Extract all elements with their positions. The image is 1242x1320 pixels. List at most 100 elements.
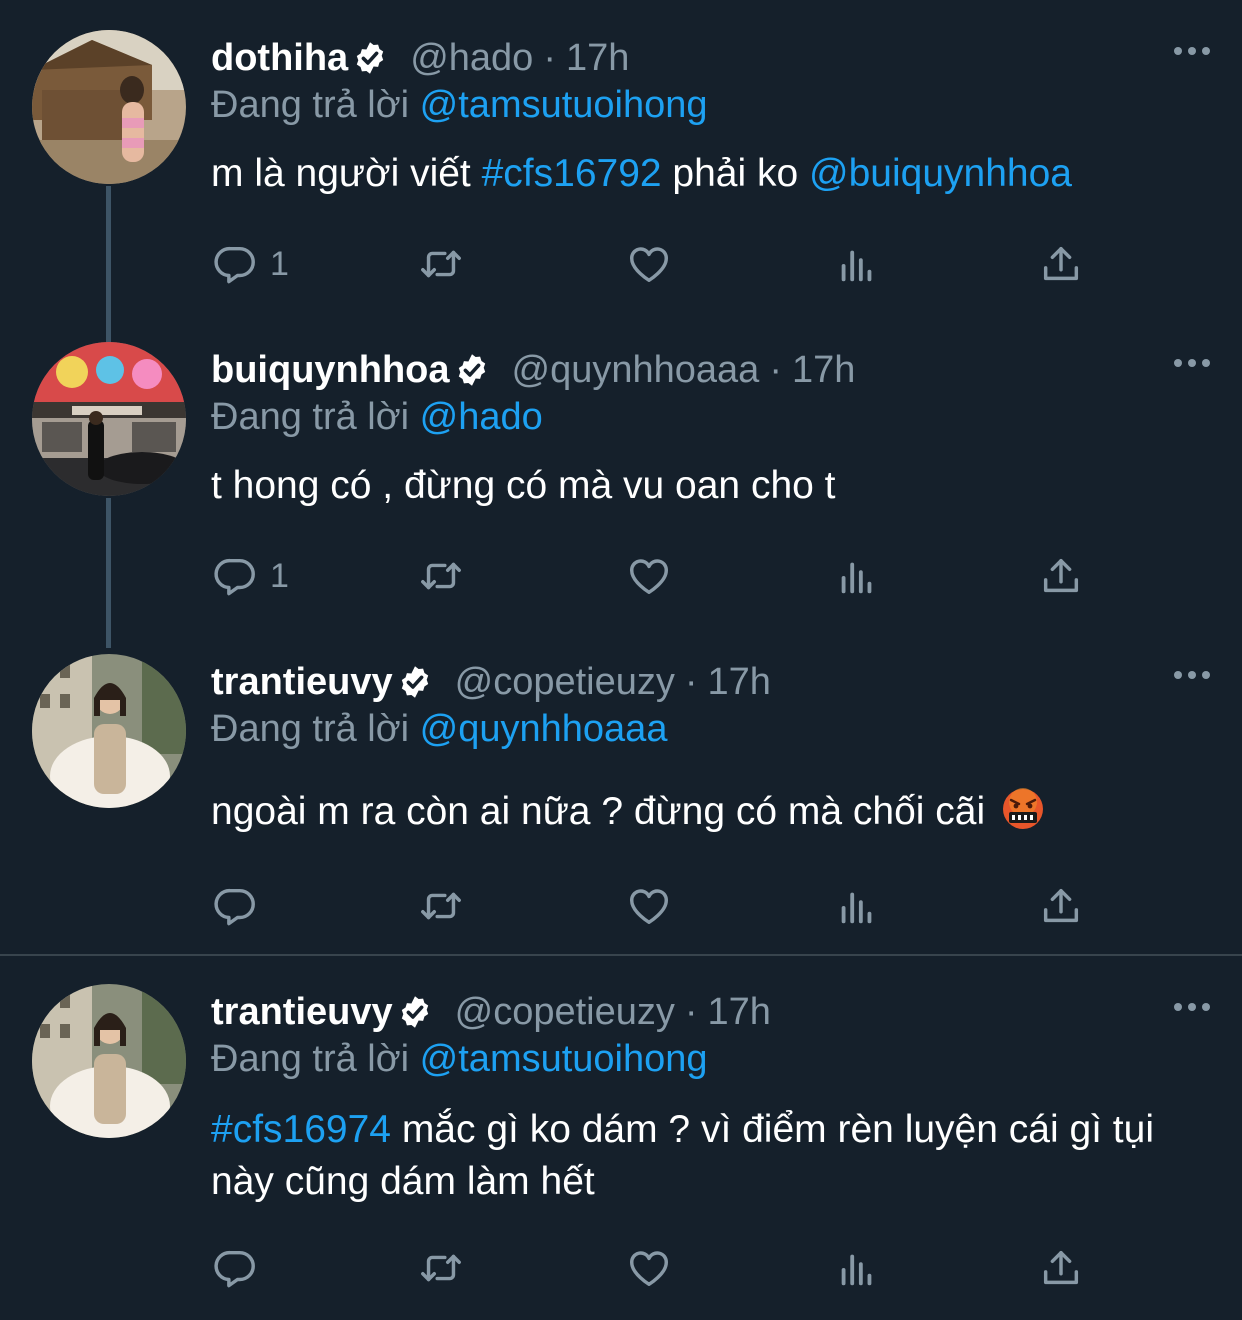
avatar-photo-woman-white-fur-icon — [32, 654, 186, 808]
like-button[interactable] — [626, 1242, 672, 1294]
share-icon — [1038, 241, 1084, 287]
analytics-button[interactable] — [834, 880, 880, 932]
share-button[interactable] — [1038, 880, 1084, 932]
replying-to-mention[interactable]: @quynhhoaaa — [420, 708, 668, 750]
tweet-header: trantieuvy @copetieuzy · 17h — [211, 988, 771, 1036]
reply-count: 1 — [270, 244, 289, 283]
retweet-icon — [418, 883, 464, 929]
replying-to: Đang trả lời @tamsutuoihong — [211, 1038, 708, 1081]
avatar[interactable] — [32, 342, 186, 496]
timestamp[interactable]: 17h — [792, 349, 855, 392]
tweet-header: dothiha @hado · 17h — [211, 34, 629, 82]
angry-cursing-face-emoji-icon — [1002, 788, 1043, 829]
separator-dot: · — [543, 36, 556, 79]
replying-to: Đang trả lời @tamsutuoihong — [211, 84, 708, 127]
verified-badge-icon — [454, 352, 490, 388]
analytics-icon — [834, 883, 880, 929]
verified-badge-icon — [352, 40, 388, 76]
handle[interactable]: @quynhhoaaa — [512, 349, 760, 392]
reply-button[interactable]: 1 — [212, 238, 289, 290]
analytics-button[interactable] — [834, 1242, 880, 1294]
tweet[interactable]: dothiha @hado · 17h Đang trả lời @tamsut… — [0, 0, 1242, 346]
reply-icon — [212, 553, 258, 599]
replying-to-mention[interactable]: @tamsutuoihong — [420, 84, 708, 126]
more-options-icon[interactable] — [1172, 668, 1212, 682]
tweet-text: ngoài m ra còn ai nữa ? đừng có mà chối … — [211, 786, 1201, 838]
display-name[interactable]: trantieuvy — [211, 661, 393, 704]
analytics-icon — [834, 553, 880, 599]
avatar[interactable] — [32, 30, 186, 184]
reply-icon — [212, 883, 258, 929]
replying-to-mention[interactable]: @hado — [420, 396, 543, 438]
replying-label: Đang trả lời — [211, 396, 410, 438]
text-part: phải ko — [661, 152, 810, 195]
replying-label: Đang trả lời — [211, 708, 410, 750]
tweet[interactable]: buiquynhhoa @quynhhoaaa · 17h Đang trả l… — [0, 312, 1242, 648]
reply-icon — [212, 1245, 258, 1291]
avatar-photo-street-storefront-icon — [32, 342, 186, 496]
tweet[interactable]: trantieuvy @copetieuzy · 17h Đang trả lờ… — [0, 956, 1242, 1320]
like-button[interactable] — [626, 550, 672, 602]
analytics-icon — [834, 241, 880, 287]
analytics-button[interactable] — [834, 550, 880, 602]
share-button[interactable] — [1038, 1242, 1084, 1294]
retweet-button[interactable] — [418, 238, 464, 290]
retweet-button[interactable] — [418, 550, 464, 602]
timestamp[interactable]: 17h — [708, 661, 771, 704]
replying-to: Đang trả lời @quynhhoaaa — [211, 708, 667, 751]
replying-to-mention[interactable]: @tamsutuoihong — [420, 1038, 708, 1080]
reply-icon — [212, 241, 258, 287]
like-button[interactable] — [626, 238, 672, 290]
more-options-icon[interactable] — [1172, 44, 1212, 58]
hashtag-link[interactable]: #cfs16792 — [482, 152, 662, 195]
like-icon — [626, 553, 672, 599]
retweet-icon — [418, 1245, 464, 1291]
tweet-text: t hong có , đừng có mà vu oan cho t — [211, 460, 1201, 512]
separator-dot: · — [769, 348, 782, 391]
reply-button[interactable] — [212, 1242, 270, 1294]
timestamp[interactable]: 17h — [566, 37, 629, 80]
avatar[interactable] — [32, 654, 186, 808]
like-button[interactable] — [626, 880, 672, 932]
separator-dot: · — [684, 660, 698, 703]
reply-count: 1 — [270, 556, 289, 595]
separator-dot: · — [684, 990, 698, 1033]
replying-label: Đang trả lời — [211, 84, 410, 126]
tweet[interactable]: trantieuvy @copetieuzy · 17h Đang trả lờ… — [0, 624, 1242, 954]
reply-button[interactable] — [212, 880, 270, 932]
replying-label: Đang trả lời — [211, 1038, 410, 1080]
handle[interactable]: @copetieuzy — [455, 991, 675, 1034]
mention-link[interactable]: @buiquynhhoa — [809, 152, 1072, 195]
share-icon — [1038, 1245, 1084, 1291]
share-button[interactable] — [1038, 238, 1084, 290]
avatar-photo-woman-white-fur-icon — [32, 984, 186, 1138]
replying-to: Đang trả lời @hado — [211, 396, 543, 439]
handle[interactable]: @copetieuzy — [455, 661, 675, 704]
handle[interactable]: @hado — [410, 37, 533, 80]
share-icon — [1038, 553, 1084, 599]
display-name[interactable]: dothiha — [211, 37, 348, 80]
display-name[interactable]: buiquynhhoa — [211, 349, 450, 392]
more-options-icon[interactable] — [1172, 1000, 1212, 1014]
like-icon — [626, 1245, 672, 1291]
retweet-button[interactable] — [418, 1242, 464, 1294]
tweet-header: buiquynhhoa @quynhhoaaa · 17h — [211, 346, 855, 394]
timestamp[interactable]: 17h — [708, 991, 771, 1034]
hashtag-link[interactable]: #cfs16974 — [211, 1108, 391, 1151]
retweet-icon — [418, 241, 464, 287]
display-name[interactable]: trantieuvy — [211, 991, 393, 1034]
more-options-icon[interactable] — [1172, 356, 1212, 370]
avatar-photo-woman-bikini-icon — [32, 30, 186, 184]
text-part: ngoài m ra còn ai nữa ? đừng có mà chối … — [211, 790, 996, 833]
analytics-icon — [834, 1245, 880, 1291]
share-button[interactable] — [1038, 550, 1084, 602]
avatar[interactable] — [32, 984, 186, 1138]
verified-badge-icon — [397, 994, 433, 1030]
text-part: t hong có , đừng có mà vu oan cho t — [211, 464, 836, 507]
share-icon — [1038, 883, 1084, 929]
tweet-header: trantieuvy @copetieuzy · 17h — [211, 658, 771, 706]
reply-button[interactable]: 1 — [212, 550, 289, 602]
verified-badge-icon — [397, 664, 433, 700]
analytics-button[interactable] — [834, 238, 880, 290]
retweet-button[interactable] — [418, 880, 464, 932]
